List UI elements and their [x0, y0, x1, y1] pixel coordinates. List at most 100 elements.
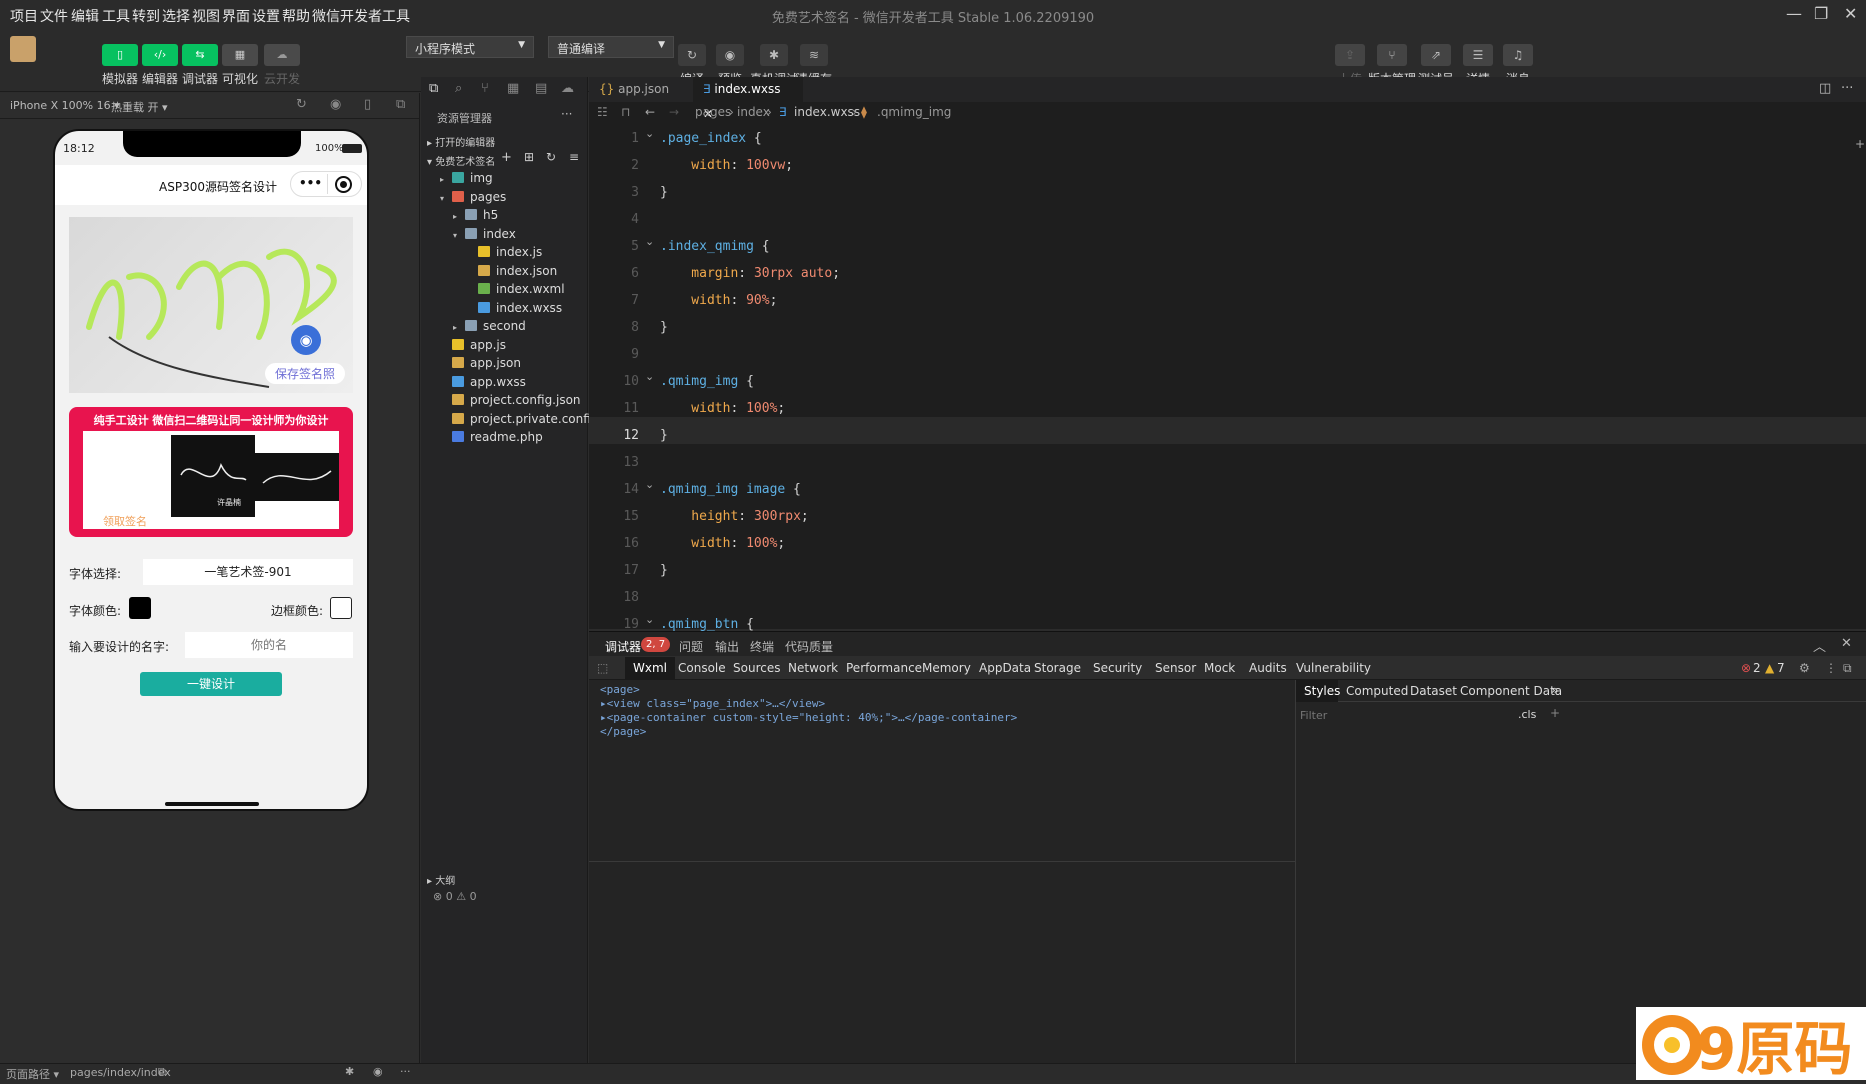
eye-icon[interactable]: ◉ — [373, 1065, 383, 1078]
close-target-icon[interactable] — [335, 176, 352, 193]
bookmark-icon[interactable]: ⊓ — [621, 102, 630, 123]
tab-component-data[interactable]: Component Data — [1460, 684, 1562, 698]
editor-more-icon[interactable]: ··· — [1841, 81, 1853, 96]
forward-icon[interactable]: → — [669, 102, 679, 123]
fold-icon[interactable]: ⌄ — [645, 235, 654, 248]
devtools-tab-storage[interactable]: Storage — [1034, 661, 1081, 675]
tab-code-quality[interactable]: 代码质量 — [785, 638, 833, 655]
tab-index-wxss[interactable]: ∃ index.wxss ✕ — [693, 77, 803, 121]
kebab-icon[interactable]: ⋮ — [1825, 661, 1837, 675]
copy-icon[interactable]: ⧉ — [158, 1065, 166, 1079]
new-file-icon[interactable]: + — [501, 150, 512, 165]
breadcrumb-index[interactable]: index — [737, 102, 770, 123]
extensions-icon[interactable]: ▦ — [507, 81, 519, 96]
restore-icon[interactable]: ❐ — [1814, 4, 1828, 23]
devtools-tab-memory[interactable]: Memory — [922, 661, 971, 675]
status-more-icon[interactable]: ··· — [400, 1065, 411, 1078]
promo-banner[interactable]: 纯手工设计 微信扫二维码让同一设计师为你设计 许晶楠 领取签名 — [69, 407, 353, 537]
tree-item[interactable]: ▾ pages — [440, 188, 506, 206]
devtools-tab-sensor[interactable]: Sensor — [1155, 661, 1196, 675]
toolbar-cloud-button[interactable]: ☁ 云开发 — [262, 44, 302, 87]
font-color-swatch[interactable] — [129, 597, 151, 619]
bug-icon[interactable]: ✱ — [345, 1065, 354, 1078]
dock-icon[interactable]: ⧉ — [1843, 661, 1852, 676]
tab-styles[interactable]: Styles — [1304, 684, 1340, 698]
tab-debugger[interactable]: 调试器 — [605, 638, 641, 655]
border-color-swatch[interactable] — [330, 597, 352, 619]
tree-item[interactable]: ▸ second — [453, 317, 526, 335]
devtools-tab-wxml[interactable]: Wxml — [625, 657, 675, 679]
tab-output[interactable]: 输出 — [715, 638, 739, 655]
maximize-panel-icon[interactable]: ︿ — [1813, 636, 1826, 655]
tree-item[interactable]: app.js — [440, 336, 506, 354]
devtools-tab-security[interactable]: Security — [1093, 661, 1142, 675]
devtools-tab-performance[interactable]: Performance — [846, 661, 922, 675]
search-icon[interactable]: ⌕ — [455, 81, 462, 96]
problems-count[interactable]: ⊗ 0 ⚠ 0 — [433, 890, 477, 903]
add-style-icon[interactable]: + — [1550, 706, 1560, 720]
tree-item[interactable]: app.json — [440, 354, 521, 372]
git-icon[interactable]: ⑂ — [481, 81, 489, 96]
settings-icon[interactable]: ⚙ — [1799, 661, 1810, 675]
tree-item[interactable]: ▸ h5 — [453, 206, 498, 224]
tree-item[interactable]: app.wxss — [440, 373, 526, 391]
tree-item[interactable]: project.config.json — [440, 391, 581, 409]
dom-line[interactable]: ▸<view class="page_index">…</view> — [600, 697, 825, 710]
tree-item[interactable]: index.js — [466, 243, 542, 261]
record-icon[interactable]: ◉ — [330, 97, 341, 112]
devtools-tab-mock[interactable]: Mock — [1204, 661, 1235, 675]
dom-line[interactable]: <page> — [600, 683, 640, 696]
minimize-icon[interactable]: — — [1786, 4, 1802, 23]
mode-select[interactable]: 小程序模式 ▼ — [406, 36, 534, 58]
compile-select[interactable]: 普通编译 ▼ — [548, 36, 674, 58]
new-folder-icon[interactable]: ⊞ — [524, 150, 534, 164]
breadcrumb-pages[interactable]: pages — [695, 102, 731, 123]
breadcrumb-selector[interactable]: .qmimg_img — [877, 102, 951, 123]
list-icon[interactable]: ☷ — [597, 102, 608, 123]
dom-line[interactable]: </page> — [600, 725, 646, 738]
close-icon[interactable]: ✕ — [1844, 4, 1857, 23]
tree-item[interactable]: readme.php — [440, 428, 543, 446]
devtools-tab-appdata[interactable]: AppData — [979, 661, 1031, 675]
more-tabs-icon[interactable]: » — [1551, 683, 1558, 697]
outline-section[interactable]: ▸ 大纲 — [427, 872, 455, 887]
fold-icon[interactable]: ⌄ — [645, 127, 654, 140]
device-select[interactable]: iPhone X 100% 16 ▾ — [10, 99, 120, 112]
tree-item[interactable]: index.wxml — [466, 280, 565, 298]
cls-toggle[interactable]: .cls — [1518, 708, 1536, 721]
collapse-icon[interactable]: ≡ — [569, 150, 579, 164]
devtools-tab-network[interactable]: Network — [788, 661, 838, 675]
styles-filter-input[interactable] — [1300, 706, 1500, 724]
error-count[interactable]: 2 — [1753, 661, 1761, 675]
tab-dataset[interactable]: Dataset — [1410, 684, 1457, 698]
page-path[interactable]: pages/index/index — [70, 1066, 171, 1079]
dom-line[interactable]: ▸<page-container custom-style="height: 4… — [600, 711, 1017, 724]
phone-icon[interactable]: ▯ — [364, 97, 371, 112]
devtools-tab-vulnerability[interactable]: Vulnerability — [1296, 661, 1371, 675]
tree-item[interactable]: ▾ index — [453, 225, 516, 243]
tree-item[interactable]: ▸ img — [440, 169, 493, 187]
files-icon[interactable]: ⧉ — [429, 81, 438, 96]
cloud-icon[interactable]: ☁ — [561, 81, 574, 96]
debug-panel-icon[interactable]: ▤ — [535, 81, 547, 96]
font-select[interactable]: 一笔艺术签-901 — [143, 559, 353, 585]
inspect-icon[interactable]: ⬚ — [597, 661, 608, 675]
rotate-icon[interactable]: ↻ — [296, 97, 307, 112]
devtools-tab-console[interactable]: Console — [678, 661, 726, 675]
breadcrumb-file[interactable]: index.wxss — [794, 102, 860, 123]
camera-icon[interactable]: ◉ — [291, 325, 321, 355]
tab-app-json[interactable]: {} app.json — [589, 77, 693, 102]
back-icon[interactable]: ← — [645, 102, 655, 123]
close-panel-icon[interactable]: ✕ — [1841, 636, 1852, 651]
more-icon[interactable]: ••• — [299, 176, 322, 190]
design-button[interactable]: 一键设计 — [140, 672, 282, 696]
refresh-icon[interactable]: ↻ — [546, 150, 556, 164]
name-input[interactable] — [185, 632, 353, 658]
devtools-tab-audits[interactable]: Audits — [1249, 661, 1287, 675]
popout-icon[interactable]: ⧉ — [396, 97, 405, 112]
explorer-more-icon[interactable]: ··· — [561, 107, 572, 121]
tab-problems[interactable]: 问题 — [679, 638, 703, 655]
tree-item[interactable]: index.json — [466, 262, 557, 280]
project-section[interactable]: ▾ 免费艺术签名 — [427, 153, 495, 168]
get-signature-link[interactable]: 领取签名 — [103, 513, 147, 529]
